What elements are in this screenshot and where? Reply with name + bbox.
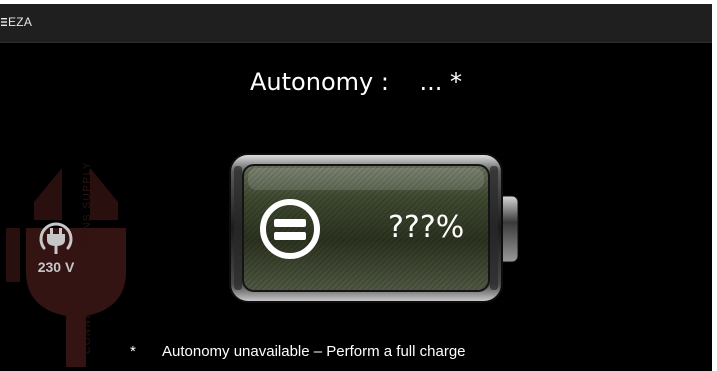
autonomy-title: Autonomy : ... * <box>250 68 462 96</box>
footnote-marker: * <box>130 343 136 360</box>
autonomy-footnote: * Autonomy unavailable – Perform a full c… <box>130 343 466 360</box>
footnote-text: Autonomy unavailable – Perform a full ch… <box>162 343 466 360</box>
plug-icon <box>39 222 73 254</box>
equals-circle-icon <box>260 199 320 259</box>
app-screen: EZA Autonomy : ... * CONNECTED TO MAINS … <box>0 4 712 371</box>
voltage-label: 230 V <box>37 259 75 275</box>
battery-percent: ???% <box>388 210 465 245</box>
mains-watermark-text: CONNECTED TO MAINS SUPPLY <box>82 160 93 354</box>
hamburger-menu-icon[interactable] <box>1 17 7 27</box>
app-name: EZA <box>8 15 33 29</box>
top-bar: EZA <box>0 4 712 43</box>
